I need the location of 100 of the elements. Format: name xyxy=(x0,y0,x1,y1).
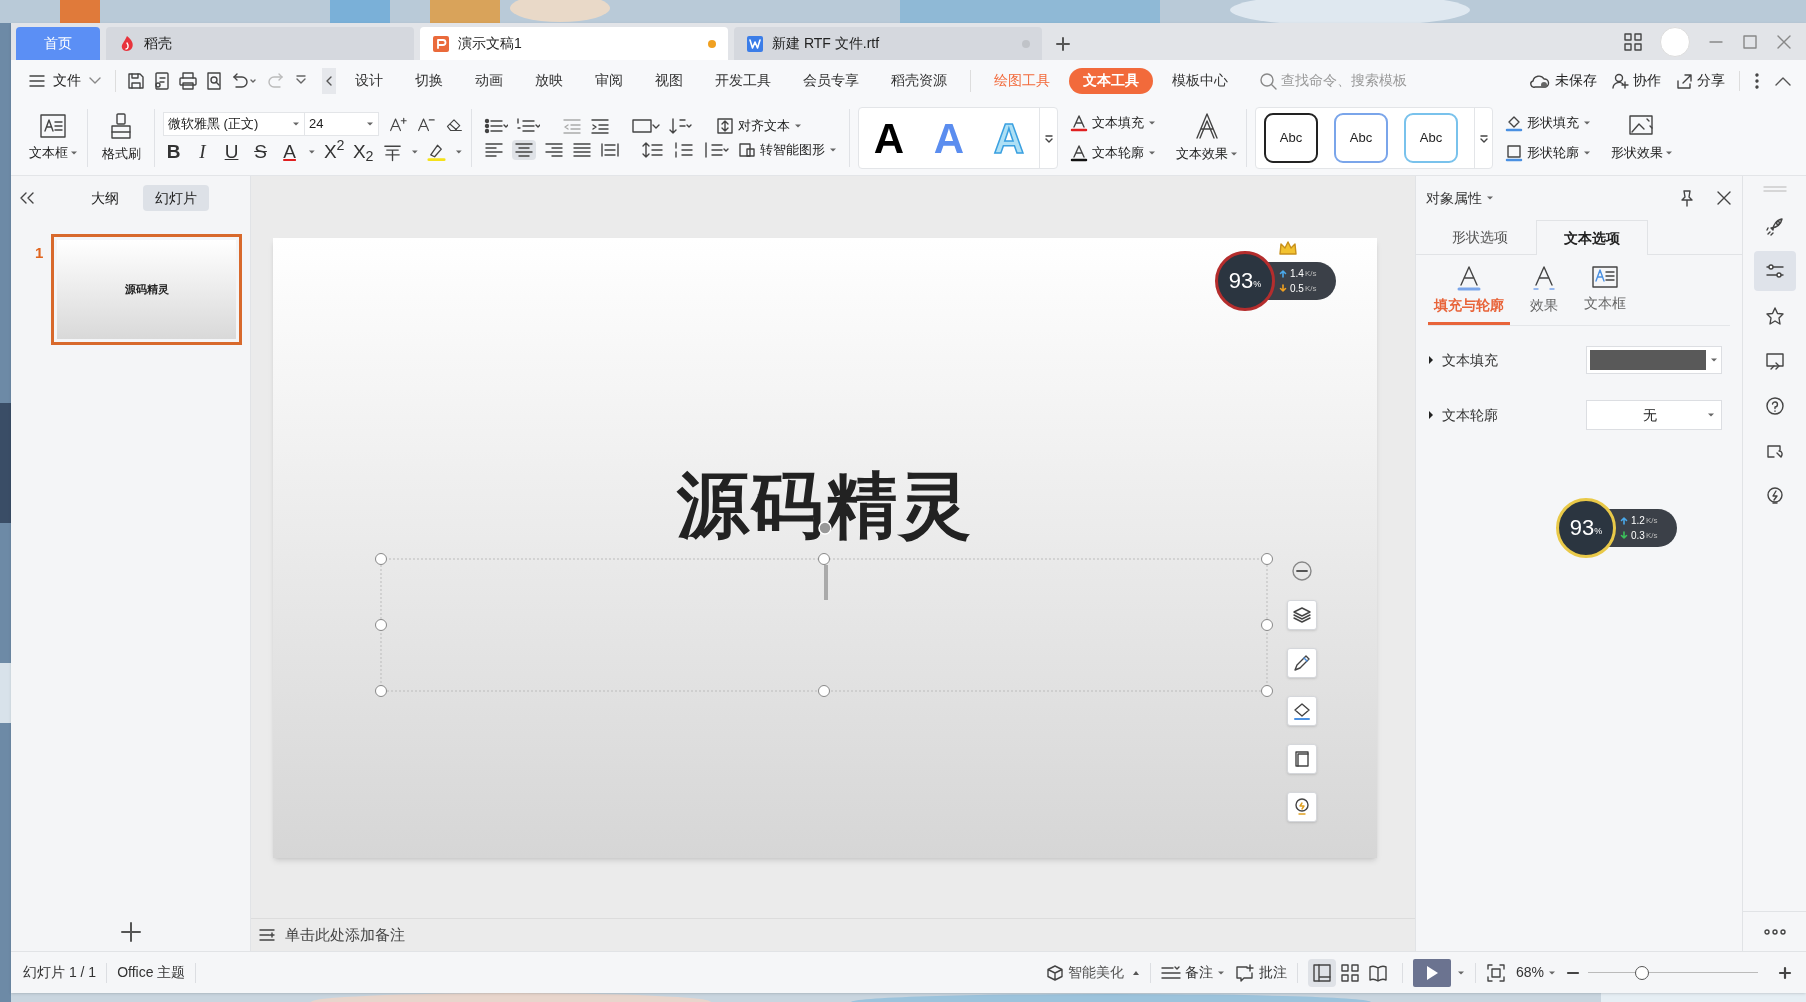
format-button[interactable]: X$^{2}$ xyxy=(323,140,345,164)
float-tool-button[interactable] xyxy=(1287,600,1317,630)
chevron-left-icon[interactable] xyxy=(325,75,333,86)
theme-button[interactable]: Office 主题 xyxy=(117,962,186,983)
more-vertical-icon[interactable] xyxy=(1754,71,1760,90)
caret-icon[interactable] xyxy=(1148,150,1156,156)
shape-style-preset[interactable]: Abc xyxy=(1334,113,1388,163)
zoom-select[interactable]: 68% xyxy=(1515,962,1556,983)
add-slide-icon[interactable] xyxy=(119,921,142,943)
bullets-icon[interactable] xyxy=(484,117,508,135)
ribbon-tab[interactable]: 动画 xyxy=(462,67,516,94)
notes-button[interactable]: 备注 xyxy=(1160,962,1225,983)
options-tab[interactable]: 形状选项 xyxy=(1424,220,1536,254)
align-text-button[interactable]: 对齐文本 xyxy=(716,116,802,136)
caret-icon[interactable] xyxy=(829,146,837,153)
shape-outline-button[interactable]: 形状轮廓 xyxy=(1505,140,1591,166)
text-box-button[interactable]: 文本框 xyxy=(19,101,87,175)
caret-icon[interactable] xyxy=(1707,412,1715,418)
caret-icon[interactable] xyxy=(455,149,464,155)
color-picker[interactable] xyxy=(1586,346,1722,374)
collaborate-button[interactable]: 协作 xyxy=(1611,70,1661,91)
ribbon-tab[interactable]: 设计 xyxy=(342,67,396,94)
unsaved-button[interactable]: 未保存 xyxy=(1529,70,1597,91)
section-toggle[interactable]: 文本轮廓 xyxy=(1428,404,1498,426)
share-button[interactable]: 分享 xyxy=(1675,70,1725,91)
caret-icon[interactable] xyxy=(1710,357,1718,363)
section-toggle[interactable]: 文本填充 xyxy=(1428,349,1498,371)
ribbon-tab[interactable]: 模板中心 xyxy=(1159,67,1241,94)
text-style-preset[interactable]: A xyxy=(859,108,919,168)
view-button[interactable] xyxy=(1307,958,1336,987)
ribbon-tab[interactable]: 开发工具 xyxy=(702,67,784,94)
numbering-icon[interactable] xyxy=(516,117,540,135)
caret-icon[interactable] xyxy=(366,121,374,127)
collapse-panel-icon[interactable] xyxy=(19,191,35,205)
format-painter-button[interactable]: 格式刷 xyxy=(88,101,154,175)
ribbon-tab[interactable]: 切换 xyxy=(402,67,456,94)
ribbon-tab[interactable]: 视图 xyxy=(642,67,696,94)
text-outline-button[interactable]: 文本轮廓 xyxy=(1070,140,1156,166)
increase-indent-icon[interactable] xyxy=(590,117,610,135)
fit-icon[interactable] xyxy=(1485,962,1506,983)
caret-icon[interactable] xyxy=(1548,969,1556,976)
slider-thumb[interactable] xyxy=(1635,965,1650,980)
play-button[interactable] xyxy=(1412,958,1451,987)
line-spacing-icon[interactable] xyxy=(642,140,664,159)
caret-icon[interactable] xyxy=(1583,120,1591,126)
ribbon-tab[interactable]: 审阅 xyxy=(582,67,636,94)
shape-style-preset[interactable]: Abc xyxy=(1404,113,1458,163)
justify-icon[interactable] xyxy=(572,140,592,159)
document-tab[interactable]: 稻壳 xyxy=(106,27,414,60)
size-select[interactable]: 24 xyxy=(305,112,379,136)
text-direction-icon[interactable] xyxy=(632,117,660,135)
text-effect-button[interactable]: 文本效果 xyxy=(1168,101,1246,175)
spacing-icon[interactable] xyxy=(702,140,730,159)
sort-icon[interactable] xyxy=(668,117,692,135)
zoom-slider[interactable] xyxy=(1588,964,1758,981)
smart-art-button[interactable]: 转智能图形 xyxy=(738,140,837,160)
caret-icon[interactable] xyxy=(1583,150,1591,156)
caret-icon[interactable] xyxy=(292,121,300,127)
distribute-icon[interactable] xyxy=(600,140,620,159)
caret-icon[interactable] xyxy=(308,149,316,155)
options-subtab[interactable]: 效果 xyxy=(1524,255,1564,325)
panel-title[interactable]: 对象属性 xyxy=(1426,187,1494,209)
options-tab[interactable]: 文本选项 xyxy=(1536,220,1648,255)
comments-button[interactable]: 批注 xyxy=(1234,962,1287,983)
zoom-in-icon[interactable] xyxy=(1778,965,1792,980)
format-button[interactable]: A xyxy=(279,140,301,164)
paragraph-spacing-icon[interactable] xyxy=(672,140,694,159)
beautify-button[interactable]: 智能美化 xyxy=(1045,962,1140,983)
format-button[interactable]: B xyxy=(163,140,184,164)
caret-icon[interactable] xyxy=(410,149,419,155)
caret-icon[interactable] xyxy=(1216,969,1225,976)
ribbon-tab[interactable]: 会员专享 xyxy=(790,67,872,94)
options-subtab[interactable]: 文本框 xyxy=(1578,255,1632,325)
caret-icon[interactable] xyxy=(1230,151,1238,157)
format-button[interactable]: X$_{2}$ xyxy=(352,140,374,164)
text-fill-button[interactable]: 文本填充 xyxy=(1070,110,1156,136)
float-tool-button[interactable] xyxy=(1287,648,1317,678)
file-menu[interactable]: 文件 xyxy=(25,65,105,96)
ribbon-tab[interactable]: 放映 xyxy=(522,67,576,94)
caret-icon[interactable] xyxy=(794,123,802,129)
shape-fill-button[interactable]: 形状填充 xyxy=(1505,110,1591,136)
expand-icon[interactable] xyxy=(1478,133,1489,143)
float-tool-button[interactable] xyxy=(1287,792,1317,822)
font-select[interactable]: 微软雅黑 (正文) xyxy=(163,112,305,136)
minus-circle-icon[interactable] xyxy=(1291,560,1313,582)
print-icon[interactable] xyxy=(178,70,198,91)
shape-style-preset[interactable]: Abc xyxy=(1264,113,1318,163)
caret-icon[interactable] xyxy=(1456,969,1465,976)
format-button[interactable]: I xyxy=(192,140,214,164)
format-button[interactable]: S xyxy=(250,140,272,164)
preview-icon[interactable] xyxy=(204,70,224,91)
close-icon[interactable] xyxy=(1716,190,1732,206)
caret-icon[interactable] xyxy=(1665,150,1673,156)
caret-icon[interactable] xyxy=(1148,120,1156,126)
ribbon-tab[interactable]: 稻壳资源 xyxy=(878,67,960,94)
document-tab[interactable]: 新建 RTF 文件.rtf xyxy=(734,27,1042,60)
panel-tab[interactable]: 幻灯片 xyxy=(143,185,209,211)
slide-thumbnail[interactable]: 源码精灵 xyxy=(51,234,243,345)
outline-select[interactable]: 无 xyxy=(1586,400,1722,430)
format-button[interactable]: U xyxy=(221,140,243,164)
